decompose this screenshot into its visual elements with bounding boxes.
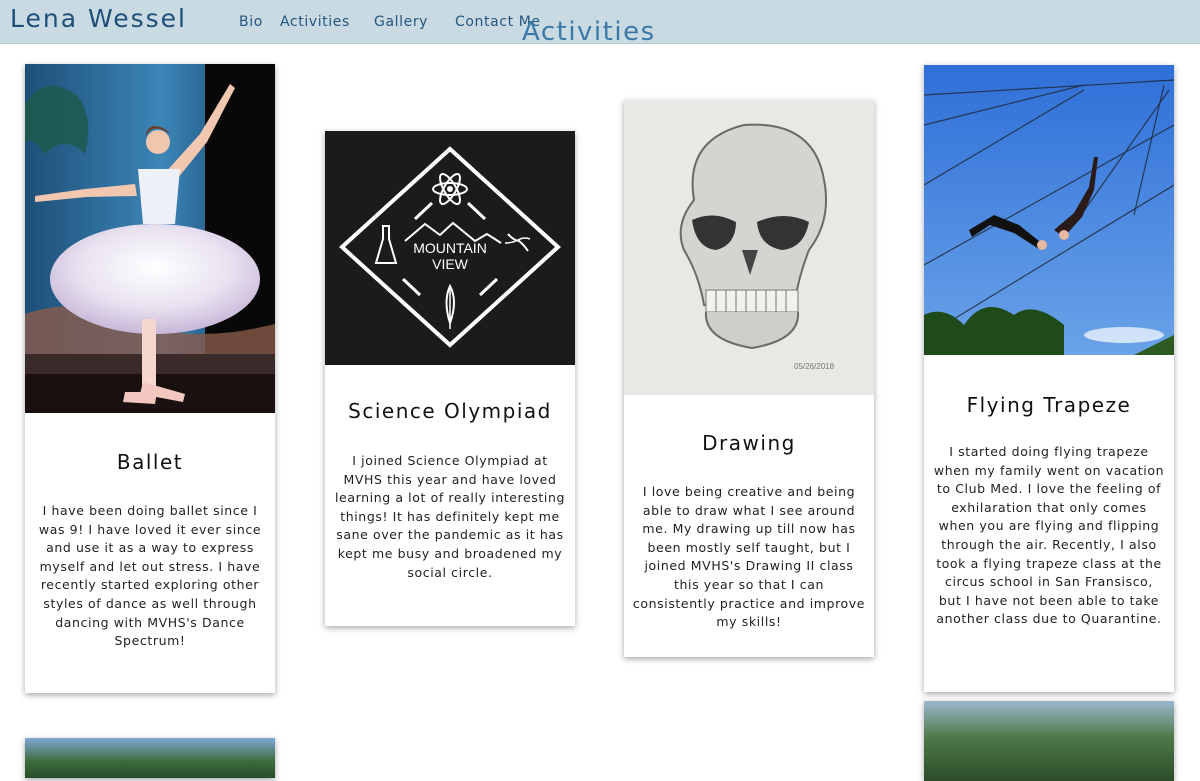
card-title: Science Olympiad xyxy=(348,399,552,423)
nav-link-activities[interactable]: Activities xyxy=(280,14,350,30)
card-text: I joined Science Olympiad at MVHS this y… xyxy=(334,453,566,580)
card-text: I started doing flying trapeze when my f… xyxy=(933,444,1165,627)
skull-drawing: 05/26/2018 xyxy=(624,100,874,395)
card-title: Drawing xyxy=(702,431,796,455)
activity-card-next-row-2 xyxy=(924,701,1174,781)
mountain-photo xyxy=(924,701,1174,781)
card-text: I love being creative and being able to … xyxy=(632,484,866,630)
logo-text-mountain: MOUNTAIN xyxy=(413,240,487,256)
nav-link-gallery[interactable]: Gallery xyxy=(374,14,428,30)
activity-card-science-olympiad: MOUNTAIN VIEW Science Olympiad I joined … xyxy=(325,131,575,626)
ballerina-photo xyxy=(25,64,275,413)
drawing-date: 05/26/2018 xyxy=(794,362,835,371)
card-title: Ballet xyxy=(116,450,184,474)
trapeze-photo xyxy=(924,65,1174,355)
brand-name[interactable]: Lena Wessel xyxy=(10,4,187,33)
landscape-photo xyxy=(25,738,275,778)
activity-card-next-row-1 xyxy=(25,738,275,778)
activity-card-drawing: 05/26/2018 Drawing I love being creative… xyxy=(624,100,874,657)
section-title: Activities xyxy=(522,17,656,47)
card-text: I have been doing ballet since I was 9! … xyxy=(38,503,262,649)
science-olympiad-logo: MOUNTAIN VIEW xyxy=(325,131,575,365)
activity-card-flying-trapeze: Flying Trapeze I started doing flying tr… xyxy=(924,65,1174,692)
nav-link-bio[interactable]: Bio xyxy=(239,14,263,30)
card-title: Flying Trapeze xyxy=(966,393,1132,417)
logo-text-view: VIEW xyxy=(432,256,469,272)
activity-card-ballet: Ballet I have been doing ballet since I … xyxy=(25,64,275,693)
